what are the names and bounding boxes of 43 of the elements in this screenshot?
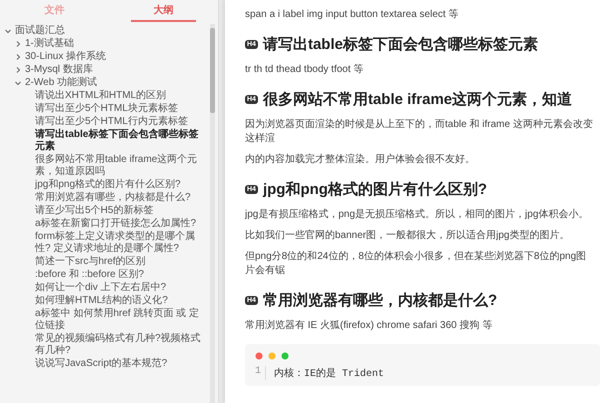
outline-item[interactable]: 简述一下src与href的区别 <box>35 256 146 268</box>
paragraph: 但png分8位的和24位的，8位的体积会小很多，但在某些浏览器下8位的png图片会有锯 <box>245 250 588 278</box>
outline-item[interactable]: 常用浏览器有哪些，内核都是什么? <box>35 192 191 204</box>
code-line: 内核：IE的是 Trident <box>274 366 384 380</box>
outline-item[interactable]: 30-Linux 操作系统 <box>25 51 106 63</box>
outline-item[interactable]: 1-测试基础 <box>25 38 74 50</box>
paragraph: 因为浏览器页面渲染的时候是从上至下的，而table 和 iframe 这两种元素会改变这样渲 <box>245 118 594 146</box>
outline-item[interactable]: 2-Web 功能测试 <box>25 77 98 89</box>
chevron-right-icon[interactable] <box>14 66 22 74</box>
paragraph: 比如我们一些官网的banner图，一般都很大，所以适合用jpg类型的图片。 <box>245 229 570 243</box>
heading: jpg和png格式的图片有什么区别? <box>262 180 488 199</box>
chevron-down-icon[interactable] <box>14 79 22 87</box>
sidebar-tab[interactable]: 大纲 <box>131 0 196 22</box>
outline-item[interactable]: 请写出至少5个HTML行内元素标签 <box>35 116 188 128</box>
line-number: 1 <box>255 366 266 380</box>
outline-item[interactable]: 请说出XHTML和HTML的区别 <box>35 90 166 102</box>
outline-item[interactable]: :before 和 ::before 区别? <box>35 269 144 281</box>
paragraph: span a i label img input button textarea select 等 <box>245 8 460 22</box>
paragraph: jpg是有损压缩格式，png是无损压缩格式。所以，相同的图片，jpg体积会小。 <box>245 208 590 222</box>
outline-item[interactable]: 3-Mysql 数据库 <box>25 64 93 76</box>
outline-item[interactable]: 请至少写出5个H5的新标签 <box>35 205 154 217</box>
chevron-right-icon[interactable] <box>14 40 22 48</box>
heading: 请写出table标签下面会包含哪些标签元素 <box>262 35 538 54</box>
outline-item[interactable]: 面试题汇总 <box>15 25 65 37</box>
paragraph: 常用浏览器有 IE 火狐(firefox) chrome safari 360 搜狗 等 <box>245 319 494 333</box>
outline-item[interactable]: a标签在新窗口打开链接怎么加属性? <box>35 218 196 230</box>
outline-item[interactable]: form标签上定义请求类型的是哪个属性? 定义请求地址的是哪个属性? <box>35 231 208 255</box>
outline-item[interactable]: 说说写JavaScript的基本规范? <box>35 358 168 370</box>
scrollbar-track[interactable] <box>210 24 215 403</box>
heading: 很多网站不常用table iframe这两个元素，知道 <box>262 90 572 109</box>
chevron-right-icon[interactable] <box>14 53 22 61</box>
outline-item[interactable]: jpg和png格式的图片有什么区别? <box>35 179 181 191</box>
scrollbar-thumb[interactable] <box>210 28 215 113</box>
chevron-down-icon[interactable] <box>4 27 12 35</box>
outline-item[interactable]: 如何让一个div 上下左右居中? <box>35 282 166 294</box>
paragraph: 内的内容加载完才整体渲染。用户体验会很不友好。 <box>245 153 476 167</box>
outline-item[interactable]: 请写出至少5个HTML块元素标签 <box>35 103 178 115</box>
outline-item[interactable]: a标签中 如何禁用href 跳转页面 或 定位链接 <box>35 308 208 332</box>
outline-item[interactable]: 请写出table标签下面会包含哪些标签元素 <box>35 129 208 153</box>
outline-item[interactable]: 如何理解HTML结构的语义化? <box>35 295 168 307</box>
paragraph: tr th td thead tbody tfoot 等 <box>245 63 364 77</box>
heading: 常用浏览器有哪些，内核都是什么? <box>262 291 498 310</box>
outline-item[interactable]: 常见的视频编码格式有几种?视频格式有几种? <box>35 333 208 357</box>
